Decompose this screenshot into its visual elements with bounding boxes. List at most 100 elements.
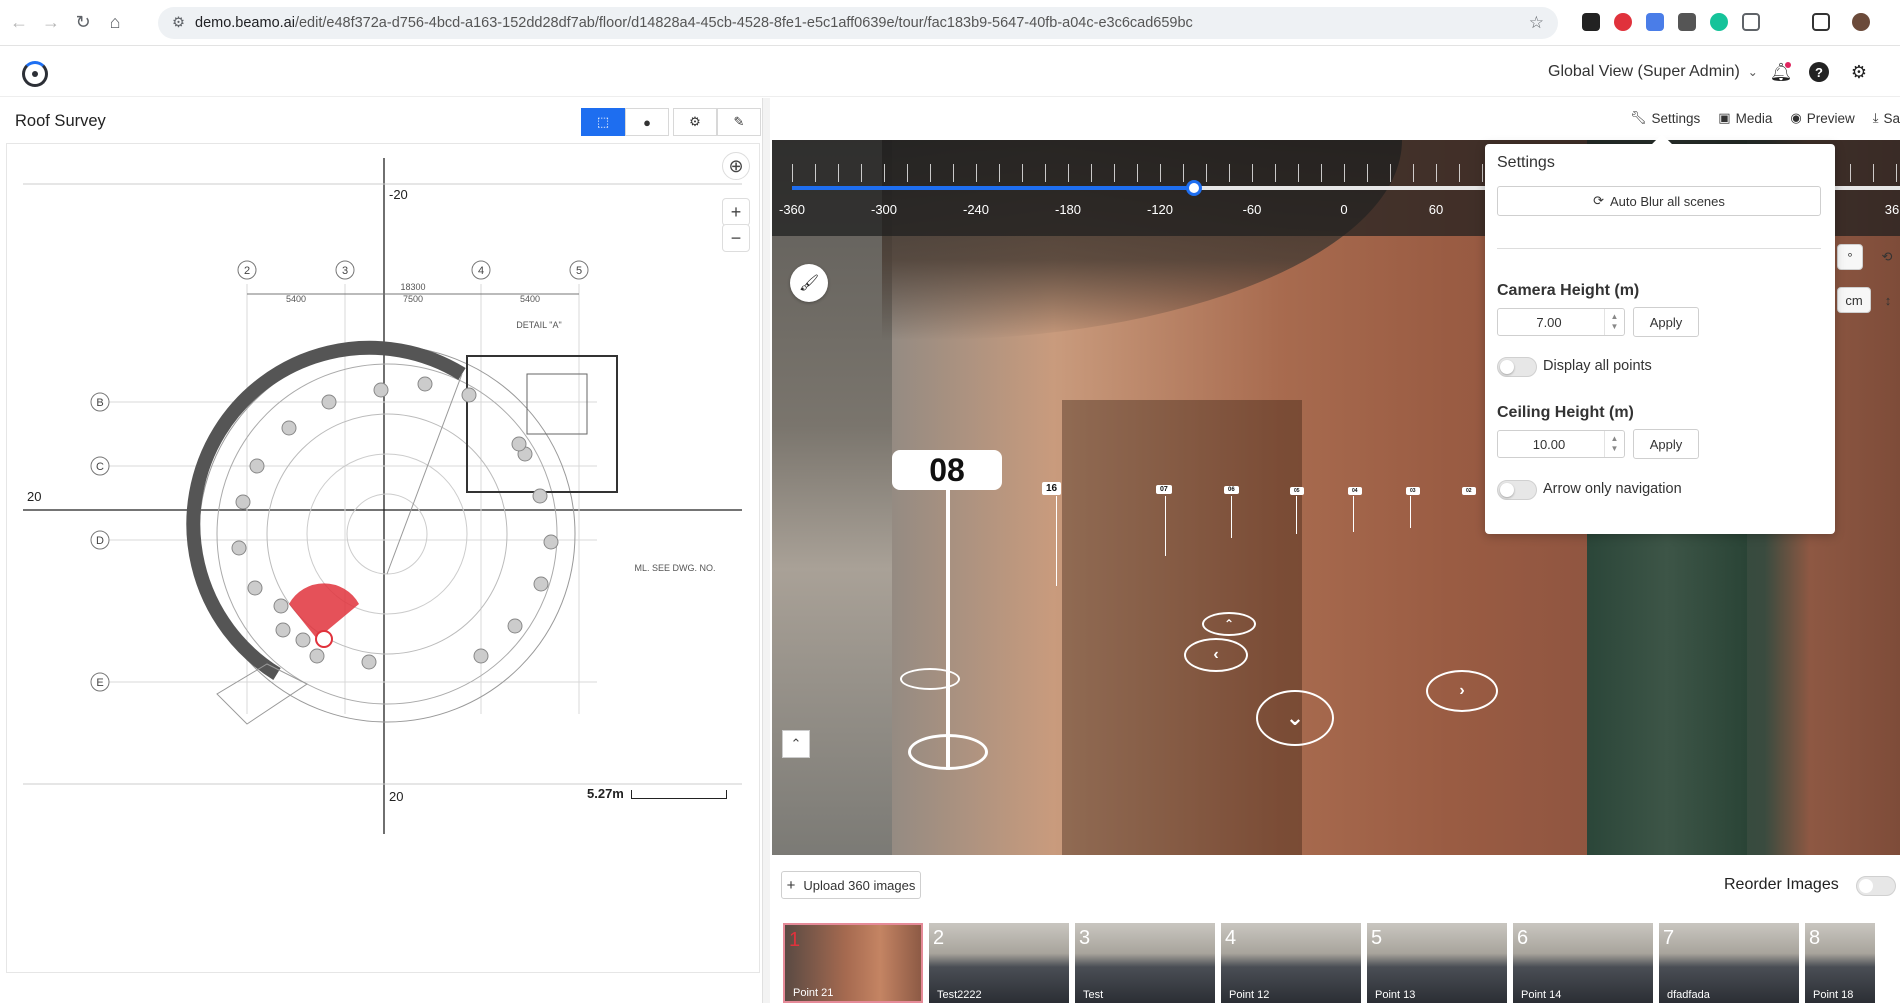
display-all-points-toggle[interactable] (1497, 357, 1537, 377)
hotspot-marker[interactable]: 05 (1290, 487, 1304, 495)
arrow-only-navigation-toggle[interactable] (1497, 480, 1537, 500)
extension-icon[interactable] (1678, 13, 1696, 31)
profile-avatar[interactable] (1852, 13, 1870, 31)
ceiling-height-label: Ceiling Height (m) (1497, 404, 1634, 421)
rotation-unit-box[interactable]: ° (1837, 244, 1863, 270)
axis-label-bottom: 20 (389, 789, 403, 804)
hotspot-marker[interactable]: 03 (1406, 487, 1420, 495)
auto-blur-button[interactable]: ⟳ Auto Blur all scenes (1497, 186, 1821, 216)
thumb-number: 3 (1079, 927, 1091, 949)
save-action[interactable]: ⤓ Sa (1873, 110, 1900, 126)
scene-thumbnail[interactable]: 8 Point 18 (1805, 923, 1875, 1003)
preview-action[interactable]: ◉ Preview (1790, 110, 1854, 126)
help-icon[interactable]: ? (1808, 61, 1830, 83)
grid-label: D (96, 535, 104, 547)
thumb-number: 4 (1225, 927, 1237, 949)
axis-label-left: 20 (27, 489, 41, 504)
address-bar[interactable]: ⚙ demo.beamo.ai /edit/e48f372a-d756-4bcd… (158, 7, 1558, 39)
extension-icon[interactable] (1582, 13, 1600, 31)
zoom-in-button[interactable]: + (722, 198, 750, 226)
scene-thumbnail[interactable]: 2 Test2222 (929, 923, 1069, 1003)
tick-label: 36 (1884, 202, 1900, 217)
hotspot-marker[interactable]: 04 (1348, 487, 1362, 495)
ceiling-height-apply-button[interactable]: Apply (1633, 429, 1699, 459)
brush-icon[interactable]: 🖌︎ (790, 264, 828, 302)
grammarly-icon[interactable] (1710, 13, 1728, 31)
media-action[interactable]: ▣ Media (1718, 110, 1772, 126)
settings-tool-button[interactable]: ⚙ (673, 108, 717, 136)
chevron-down-icon: ⌄ (1747, 65, 1758, 79)
bell-icon[interactable]: 🔔︎ (1770, 61, 1793, 83)
plus-icon: + (786, 876, 796, 894)
spinner-icon[interactable]: ▲ ▼ (1604, 309, 1624, 335)
scene-thumbnail[interactable]: 4 Point 12 (1221, 923, 1361, 1003)
scale-label: 5.27m (587, 786, 624, 801)
gear-icon[interactable]: ⚙ (1848, 61, 1870, 83)
thumb-caption: Point 14 (1521, 989, 1562, 1001)
home-icon[interactable]: ⌂ (102, 10, 128, 36)
nav-arrow-icon[interactable]: ⌄ (1256, 690, 1334, 746)
hotspot-marker[interactable]: 08 (892, 450, 1002, 490)
floorplan-panel: Roof Survey ⬚ ● ⚙ ✎ 2 3 4 5 B C D E 1830… (0, 98, 761, 1003)
nav-arrow-icon[interactable]: ⌃ (1202, 612, 1256, 636)
floorplan-map[interactable]: 2 3 4 5 B C D E 18300 7500 5400 5400 DET… (6, 143, 760, 973)
scene-thumbnail[interactable]: 1 Point 21 (783, 923, 923, 1003)
camera-height-input[interactable]: 7.00 ▲ ▼ (1497, 308, 1625, 336)
beamo-logo[interactable] (22, 61, 48, 87)
bookmark-star-icon[interactable]: ☆ (1529, 13, 1544, 33)
media-icon: ▣ (1718, 110, 1731, 125)
extension-icon[interactable] (1614, 13, 1632, 31)
thumb-number: 1 (789, 929, 801, 951)
tick-label: -360 (778, 202, 806, 217)
preview-action-label: Preview (1806, 110, 1855, 126)
rotate-icon[interactable]: ⟲ (1874, 244, 1900, 270)
edit-tool-button[interactable]: ✎ (717, 108, 761, 136)
sidebar-icon[interactable] (1812, 13, 1830, 31)
camera-height-label: Camera Height (m) (1497, 282, 1640, 299)
resize-vertical-icon[interactable]: ↕ (1878, 287, 1898, 313)
hotspot-marker[interactable]: 06 (1224, 486, 1239, 494)
reload-icon[interactable]: ↻ (70, 10, 96, 36)
scene-thumbnail[interactable]: 3 Test (1075, 923, 1215, 1003)
upload-360-button[interactable]: + Upload 360 images (781, 871, 921, 899)
back-icon[interactable]: ← (6, 10, 32, 36)
height-unit-box[interactable]: cm (1837, 287, 1871, 313)
settings-action[interactable]: 🔧︎ Settings (1630, 110, 1700, 126)
panel-divider[interactable] (762, 98, 770, 1003)
scene-thumbnail[interactable]: 7 dfadfada (1659, 923, 1799, 1003)
thumb-number: 6 (1517, 927, 1529, 949)
forward-icon[interactable]: → (38, 10, 64, 36)
zoom-out-button[interactable]: − (722, 224, 750, 252)
locate-icon[interactable]: ⊕ (722, 152, 750, 180)
site-info-icon[interactable]: ⚙ (172, 15, 185, 31)
camera-height-apply-button[interactable]: Apply (1633, 307, 1699, 337)
url-host: demo.beamo.ai (195, 15, 295, 31)
settings-title: Settings (1497, 154, 1555, 171)
spinner-icon[interactable]: ▲ ▼ (1604, 431, 1624, 457)
translate-icon[interactable] (1646, 13, 1664, 31)
reorder-toggle[interactable] (1856, 876, 1896, 896)
view-label: Global View (Super Admin) (1548, 63, 1740, 80)
scene-thumbnail[interactable]: 6 Point 14 (1513, 923, 1653, 1003)
nav-arrow-icon[interactable]: › (1426, 670, 1498, 712)
hotspot-stem (1056, 496, 1057, 586)
nav-arrow-icon[interactable]: ‹ (1184, 638, 1248, 672)
point-tool-button[interactable]: ● (625, 108, 669, 136)
hotspot-marker[interactable]: 07 (1156, 485, 1172, 494)
tick-label: -300 (870, 202, 898, 217)
select-tool-button[interactable]: ⬚ (581, 108, 625, 136)
eye-icon: ◉ (1790, 110, 1802, 125)
reorder-label: Reorder Images (1724, 876, 1839, 893)
arrow-only-navigation-label: Arrow only navigation (1543, 481, 1682, 497)
scene-thumbnail[interactable]: 5 Point 13 (1367, 923, 1507, 1003)
ceiling-height-input[interactable]: 10.00 ▲ ▼ (1497, 430, 1625, 458)
view-selector[interactable]: Global View (Super Admin) ⌄ (1548, 63, 1758, 81)
rotation-slider-handle[interactable] (1186, 180, 1202, 196)
chevron-up-icon[interactable]: ⌃ (782, 730, 810, 758)
tool-group: ⬚ ● (581, 108, 669, 136)
grid-label: 2 (244, 265, 250, 277)
display-all-points-label: Display all points (1543, 358, 1652, 374)
hotspot-marker[interactable]: 02 (1462, 487, 1476, 495)
hotspot-marker[interactable]: 16 (1042, 482, 1062, 495)
puzzle-icon[interactable] (1742, 13, 1760, 31)
